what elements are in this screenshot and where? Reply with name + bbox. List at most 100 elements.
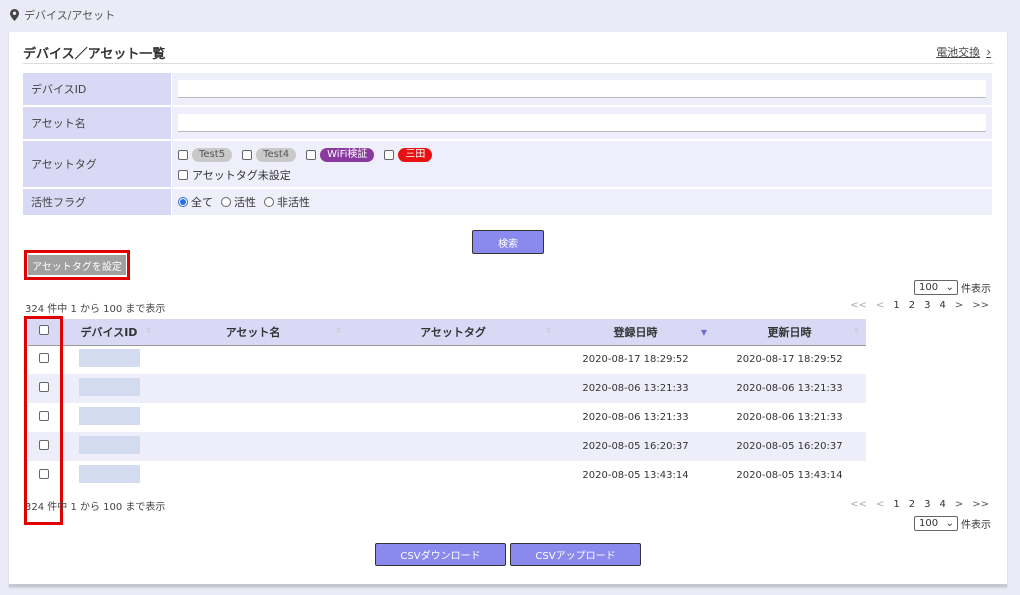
tag-option-wifi[interactable]: WiFi検証 [306,147,375,162]
asset-tag-cell: Test5 Test4 WiFi検証 三田 アセットタグ未設定 [172,141,992,187]
csv-upload-button[interactable]: CSVアップロード [510,543,641,566]
updated-cell: 2020-08-05 13:43:14 [713,461,866,490]
device-id-input[interactable] [178,80,986,98]
pager-first[interactable]: << [850,499,867,510]
registered-cell: 2020-08-05 13:43:14 [558,461,713,490]
table-header: デバイスID ⇕ アセット名 ⇕ アセットタグ ⇕ 登録日時 ▼ 更新日時 ⇕ [28,319,866,346]
column-registered[interactable]: 登録日時 ▼ [558,319,713,346]
registered-cell: 2020-08-06 13:21:33 [558,374,713,403]
pager-page-3[interactable]: 3 [924,300,930,311]
updated-cell: 2020-08-06 13:21:33 [713,374,866,403]
pager-page-2[interactable]: 2 [909,499,915,510]
tag-checkbox[interactable] [178,149,188,160]
device-id-cell [172,73,992,105]
device-id-cell[interactable] [78,349,140,368]
tag-pill: Test5 [192,147,233,162]
column-label: デバイスID [80,325,138,339]
tag-option-test5[interactable]: Test5 [178,147,233,162]
row-checkbox[interactable] [39,353,49,364]
pager-page-1[interactable]: 1 [893,300,899,311]
asset-tag-cell [348,403,558,432]
radio-all[interactable]: 全て [178,194,213,210]
asset-table: デバイスID ⇕ アセット名 ⇕ アセットタグ ⇕ 登録日時 ▼ 更新日時 ⇕ … [28,319,866,490]
device-id-cell[interactable] [78,436,140,454]
per-page-select[interactable]: 100 ⌄ [914,516,958,531]
per-page-suffix: 件表示 [961,520,991,531]
pager-last[interactable]: >> [972,499,989,510]
radio-button[interactable] [264,197,274,207]
csv-download-button[interactable]: CSVダウンロード [375,543,506,566]
row-checkbox[interactable] [39,382,49,392]
asset-name-cell [158,461,348,490]
pager-last[interactable]: >> [972,300,989,311]
pager-page-4[interactable]: 4 [939,499,945,510]
column-label: 更新日時 [767,325,812,339]
pager-prev[interactable]: < [876,300,884,311]
tag-option-test4[interactable]: Test4 [242,147,297,162]
battery-exchange-link[interactable]: 電池交換 › [936,44,991,60]
row-checkbox[interactable] [39,469,49,479]
per-page-suffix: 件表示 [961,284,991,295]
select-all-checkbox[interactable] [39,325,49,336]
radio-label: 非活性 [277,196,310,209]
asset-name-cell [172,107,992,139]
table-row[interactable]: 2020-08-17 18:29:52 2020-08-17 18:29:52 [28,345,866,374]
asset-name-label: アセット名 [23,107,171,139]
table-row[interactable]: 2020-08-06 13:21:33 2020-08-06 13:21:33 [28,403,866,432]
pager-next[interactable]: > [955,499,963,510]
column-label: 登録日時 [613,325,658,339]
asset-tag-cell [348,461,558,490]
radio-button[interactable] [221,197,231,207]
pager-page-2[interactable]: 2 [909,300,915,311]
column-asset-tag[interactable]: アセットタグ ⇕ [348,319,558,346]
tag-checkbox[interactable] [242,149,253,160]
tag-checkbox[interactable] [306,149,317,160]
tag-option-unset[interactable]: アセットタグ未設定 [178,167,438,183]
device-id-cell[interactable] [78,378,140,396]
asset-name-cell [158,345,348,374]
tag-checkbox[interactable] [384,149,395,160]
per-page-top: 100 ⌄ 件表示 [914,280,991,295]
radio-button[interactable] [178,197,188,207]
search-button[interactable]: 検索 [472,230,544,254]
active-flag-cell: 全て 活性 非活性 [172,189,992,215]
filter-asset-name: アセット名 [23,107,992,139]
table-row[interactable]: 2020-08-05 16:20:37 2020-08-05 16:20:37 [28,432,866,461]
record-count-bottom: 324 件中 1 から 100 まで表示 [25,502,166,513]
sort-icon: ⇕ [853,326,860,335]
asset-name-input[interactable] [178,114,986,132]
tag-unset-label: アセットタグ未設定 [192,168,291,182]
set-asset-tag-button[interactable]: アセットタグを設定 [28,255,126,275]
tag-pill: WiFi検証 [320,147,375,162]
pager-page-1[interactable]: 1 [893,499,899,510]
select-all-header [28,319,60,346]
radio-inactive[interactable]: 非活性 [264,194,310,210]
page-title: デバイス／アセット一覧 [23,47,166,62]
pager-prev[interactable]: < [876,499,884,510]
column-label: アセットタグ [420,325,486,339]
asset-name-cell [158,374,348,403]
pager-page-4[interactable]: 4 [939,300,945,311]
table-row[interactable]: 2020-08-05 13:43:14 2020-08-05 13:43:14 [28,461,866,490]
updated-cell: 2020-08-06 13:21:33 [713,403,866,432]
pager-first[interactable]: << [850,300,867,311]
asset-tag-label: アセットタグ [23,141,171,187]
per-page-select[interactable]: 100 ⌄ [914,280,958,295]
row-checkbox[interactable] [39,411,49,421]
tag-option-mita[interactable]: 三田 [384,147,433,162]
table-row[interactable]: 2020-08-06 13:21:33 2020-08-06 13:21:33 [28,374,866,403]
row-checkbox[interactable] [39,440,49,450]
device-id-cell[interactable] [78,465,140,483]
tag-unset-checkbox[interactable] [178,169,188,180]
radio-active[interactable]: 活性 [221,194,256,210]
asset-tag-cell [348,345,558,374]
updated-cell: 2020-08-17 18:29:52 [713,345,866,374]
device-id-label: デバイスID [23,73,171,105]
column-device-id[interactable]: デバイスID ⇕ [60,319,158,346]
title-divider [23,63,993,64]
column-updated[interactable]: 更新日時 ⇕ [713,319,866,346]
device-id-cell[interactable] [78,407,140,425]
pager-next[interactable]: > [955,300,963,311]
column-asset-name[interactable]: アセット名 ⇕ [158,319,348,346]
pager-page-3[interactable]: 3 [924,499,930,510]
